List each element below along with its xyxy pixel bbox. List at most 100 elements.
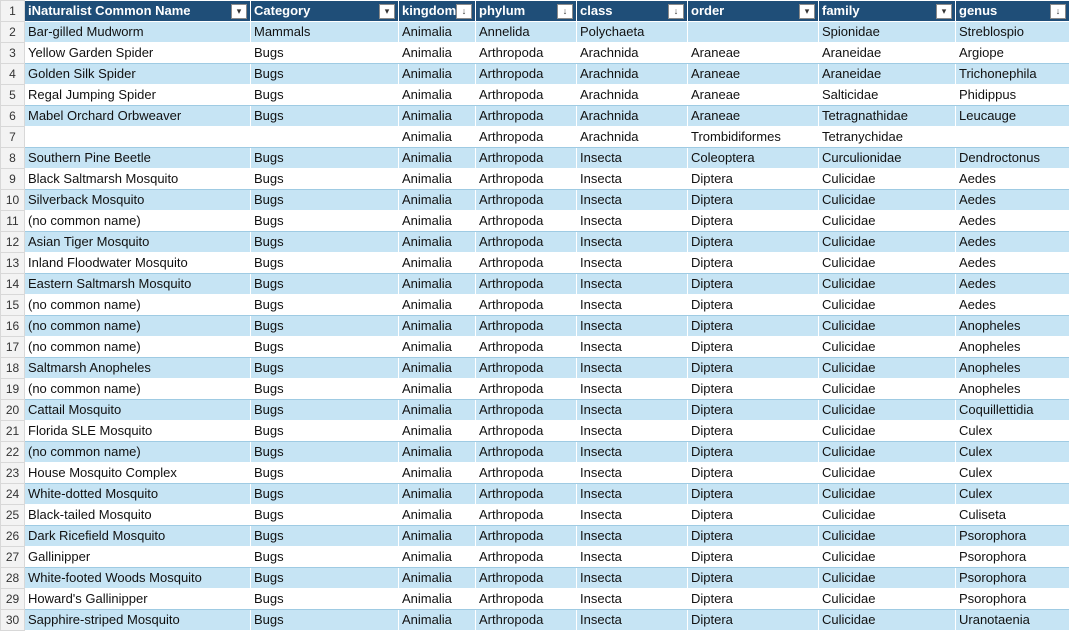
cell-phylum[interactable]: Arthropoda [476, 589, 577, 610]
cell-genus[interactable]: Aedes [956, 232, 1069, 253]
column-header-kingdom[interactable]: kingdom ↓ [399, 1, 476, 22]
row-number[interactable]: 24 [1, 484, 25, 505]
column-header-category[interactable]: Category ▾ [251, 1, 399, 22]
sort-filter-icon[interactable]: ↓ [456, 4, 472, 19]
cell-category[interactable]: Bugs [251, 421, 399, 442]
cell-order[interactable]: Diptera [688, 484, 819, 505]
cell-common-name[interactable]: Mabel Orchard Orbweaver [25, 106, 251, 127]
cell-genus[interactable]: Aedes [956, 274, 1069, 295]
row-number[interactable]: 20 [1, 400, 25, 421]
row-number[interactable]: 1 [1, 1, 25, 22]
cell-kingdom[interactable]: Animalia [399, 148, 476, 169]
cell-family[interactable]: Tetranychidae [819, 127, 956, 148]
cell-genus[interactable]: Uranotaenia [956, 610, 1069, 631]
cell-kingdom[interactable]: Animalia [399, 85, 476, 106]
cell-category[interactable]: Bugs [251, 106, 399, 127]
cell-genus[interactable]: Phidippus [956, 85, 1069, 106]
row-number[interactable]: 25 [1, 505, 25, 526]
row-number[interactable]: 4 [1, 64, 25, 85]
cell-order[interactable]: Diptera [688, 232, 819, 253]
cell-phylum[interactable]: Arthropoda [476, 358, 577, 379]
cell-kingdom[interactable]: Animalia [399, 106, 476, 127]
cell-kingdom[interactable]: Animalia [399, 526, 476, 547]
cell-common-name[interactable]: Eastern Saltmarsh Mosquito [25, 274, 251, 295]
cell-phylum[interactable]: Arthropoda [476, 253, 577, 274]
cell-category[interactable]: Bugs [251, 379, 399, 400]
row-number[interactable]: 2 [1, 22, 25, 43]
cell-phylum[interactable]: Arthropoda [476, 484, 577, 505]
cell-family[interactable]: Culicidae [819, 211, 956, 232]
row-number[interactable]: 28 [1, 568, 25, 589]
row-number[interactable]: 10 [1, 190, 25, 211]
cell-genus[interactable]: Aedes [956, 295, 1069, 316]
cell-common-name[interactable]: (no common name) [25, 295, 251, 316]
cell-category[interactable]: Bugs [251, 400, 399, 421]
cell-category[interactable]: Bugs [251, 442, 399, 463]
cell-order[interactable]: Diptera [688, 274, 819, 295]
cell-common-name[interactable]: Bar-gilled Mudworm [25, 22, 251, 43]
cell-common-name[interactable]: Inland Floodwater Mosquito [25, 253, 251, 274]
cell-class[interactable]: Insecta [577, 148, 688, 169]
cell-phylum[interactable]: Arthropoda [476, 211, 577, 232]
cell-kingdom[interactable]: Animalia [399, 610, 476, 631]
cell-kingdom[interactable]: Animalia [399, 442, 476, 463]
sort-filter-icon[interactable]: ↓ [1050, 4, 1066, 19]
cell-family[interactable]: Araneidae [819, 64, 956, 85]
cell-class[interactable]: Arachnida [577, 127, 688, 148]
cell-genus[interactable]: Culex [956, 421, 1069, 442]
cell-category[interactable]: Bugs [251, 589, 399, 610]
cell-family[interactable]: Culicidae [819, 547, 956, 568]
row-number[interactable]: 29 [1, 589, 25, 610]
filter-dropdown-icon[interactable]: ▾ [936, 4, 952, 19]
cell-genus[interactable]: Anopheles [956, 337, 1069, 358]
row-number[interactable]: 19 [1, 379, 25, 400]
cell-order[interactable]: Diptera [688, 316, 819, 337]
row-number[interactable]: 22 [1, 442, 25, 463]
cell-class[interactable]: Insecta [577, 211, 688, 232]
cell-family[interactable]: Culicidae [819, 232, 956, 253]
cell-phylum[interactable]: Annelida [476, 22, 577, 43]
cell-genus[interactable]: Aedes [956, 253, 1069, 274]
cell-genus[interactable]: Argiope [956, 43, 1069, 64]
cell-phylum[interactable]: Arthropoda [476, 547, 577, 568]
cell-class[interactable]: Insecta [577, 169, 688, 190]
cell-kingdom[interactable]: Animalia [399, 211, 476, 232]
cell-common-name[interactable]: (no common name) [25, 337, 251, 358]
cell-kingdom[interactable]: Animalia [399, 316, 476, 337]
cell-class[interactable]: Insecta [577, 274, 688, 295]
cell-family[interactable]: Spionidae [819, 22, 956, 43]
cell-order[interactable]: Diptera [688, 358, 819, 379]
cell-class[interactable]: Insecta [577, 484, 688, 505]
cell-common-name[interactable]: Asian Tiger Mosquito [25, 232, 251, 253]
cell-common-name[interactable]: White-dotted Mosquito [25, 484, 251, 505]
cell-kingdom[interactable]: Animalia [399, 127, 476, 148]
cell-kingdom[interactable]: Animalia [399, 190, 476, 211]
cell-phylum[interactable]: Arthropoda [476, 400, 577, 421]
row-number[interactable]: 8 [1, 148, 25, 169]
cell-class[interactable]: Insecta [577, 526, 688, 547]
cell-family[interactable]: Tetragnathidae [819, 106, 956, 127]
cell-family[interactable]: Culicidae [819, 484, 956, 505]
cell-class[interactable]: Insecta [577, 610, 688, 631]
cell-genus[interactable]: Anopheles [956, 358, 1069, 379]
cell-category[interactable]: Bugs [251, 64, 399, 85]
cell-genus[interactable]: Psorophora [956, 589, 1069, 610]
cell-order[interactable]: Diptera [688, 211, 819, 232]
cell-order[interactable]: Diptera [688, 463, 819, 484]
row-number[interactable]: 26 [1, 526, 25, 547]
cell-family[interactable]: Culicidae [819, 526, 956, 547]
column-header-genus[interactable]: genus ↓ [956, 1, 1069, 22]
cell-family[interactable]: Culicidae [819, 421, 956, 442]
cell-phylum[interactable]: Arthropoda [476, 190, 577, 211]
cell-class[interactable]: Insecta [577, 358, 688, 379]
cell-phylum[interactable]: Arthropoda [476, 568, 577, 589]
cell-family[interactable]: Salticidae [819, 85, 956, 106]
cell-kingdom[interactable]: Animalia [399, 589, 476, 610]
cell-genus[interactable]: Dendroctonus [956, 148, 1069, 169]
column-header-order[interactable]: order ▾ [688, 1, 819, 22]
cell-order[interactable]: Trombidiformes [688, 127, 819, 148]
cell-order[interactable]: Diptera [688, 379, 819, 400]
cell-category[interactable]: Bugs [251, 547, 399, 568]
cell-category[interactable]: Bugs [251, 253, 399, 274]
cell-category[interactable]: Bugs [251, 358, 399, 379]
